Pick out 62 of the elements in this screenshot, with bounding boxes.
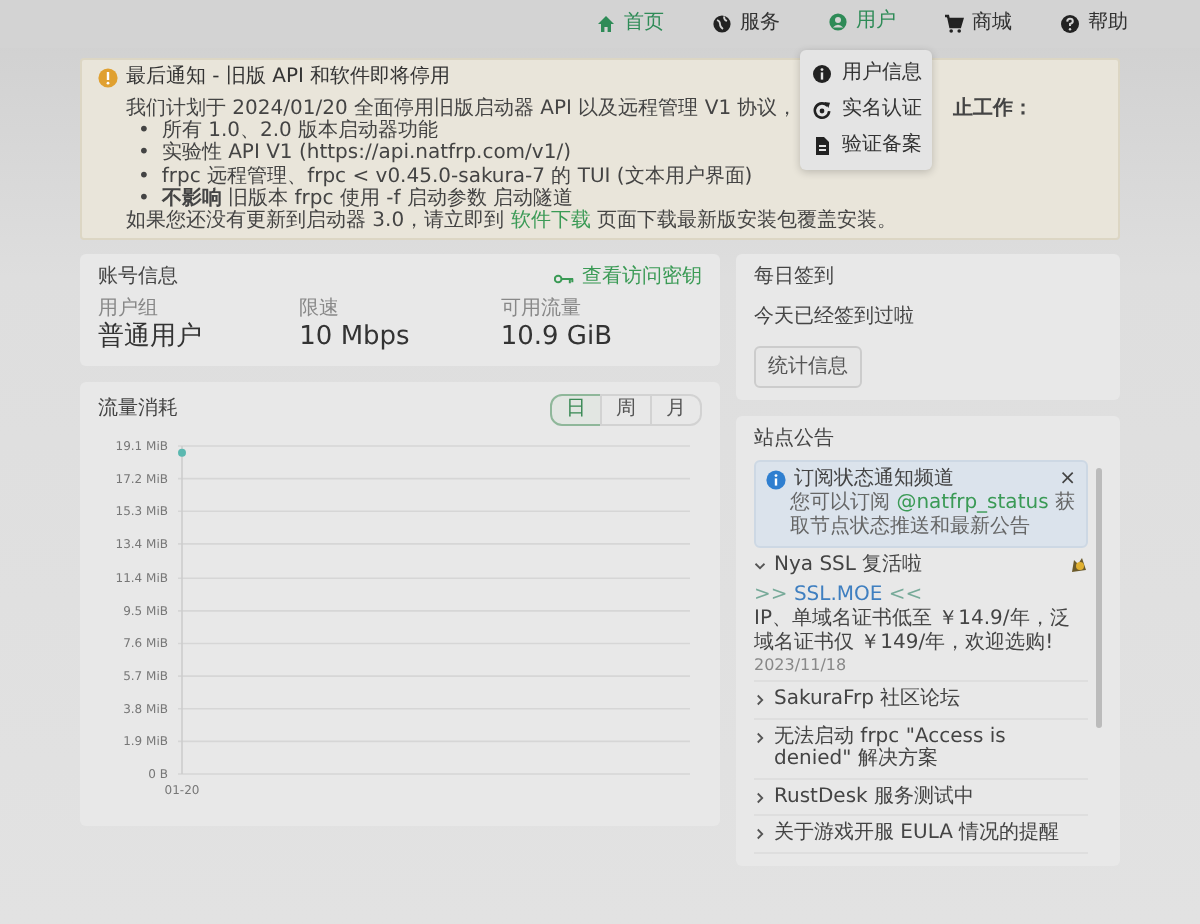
help-icon xyxy=(1060,14,1080,34)
bullet-marker: • xyxy=(138,187,150,210)
document-icon xyxy=(812,135,832,155)
period-tab[interactable]: 周 xyxy=(600,393,652,426)
field-value: 10 Mbps xyxy=(299,322,412,354)
list-item: 不影响 旧版本 frpc 使用 -f 启动参数 启动隧道 xyxy=(161,187,574,210)
card-title: 每日签到 xyxy=(754,266,836,291)
field-label: 可用流量 xyxy=(500,298,583,323)
notice-text: 我们计划于 2024/01/20 全面停用旧版启动器 API 以及远程管理 V1 协议， xyxy=(126,98,798,120)
info-icon xyxy=(812,63,832,83)
promo-link-line: >> SSL.MOE << xyxy=(754,583,925,607)
home-icon xyxy=(596,14,616,34)
chevron-icon xyxy=(754,560,766,573)
bullet-marker: • xyxy=(138,142,150,166)
key-icon xyxy=(554,273,574,284)
cart-icon xyxy=(944,14,964,34)
list-item: frpc 远程管理、frpc < v0.45.0-sakura-7 的 TUI (文本用户界面) xyxy=(161,165,753,188)
notice-text: 止工作： xyxy=(953,98,1034,121)
alert-text: 您可以订阅 @natfrp_status 获取节点状态推送和最新公告 xyxy=(788,492,1076,541)
announcement-item[interactable]: Nya SSL 复活啦 xyxy=(754,548,1088,584)
notice-title: 最后通知 - 旧版 API 和软件即将停用 xyxy=(126,66,451,90)
scrollbar[interactable] xyxy=(1096,468,1102,729)
stats-button[interactable]: 统计信息 xyxy=(754,346,862,389)
chevron-icon xyxy=(754,731,766,744)
refresh-icon xyxy=(812,99,832,119)
data-point xyxy=(178,448,186,457)
announcement-item[interactable]: 关于游戏开服 EULA 情况的提醒 xyxy=(754,816,1088,854)
globe-icon xyxy=(712,14,732,34)
user-icon xyxy=(828,11,848,31)
menu-item[interactable]: 实名认证 xyxy=(800,91,932,127)
nav-link[interactable]: 帮助 xyxy=(1060,12,1128,36)
announcement-item[interactable]: 无法启动 frpc "Access is denied" 解决方案 xyxy=(754,719,1088,780)
alert-title: 订阅状态通知频道 xyxy=(794,468,956,491)
card-title: 流量消耗 xyxy=(98,397,178,422)
nav-link[interactable]: 商城 xyxy=(944,12,1012,36)
chevron-icon xyxy=(754,694,766,707)
bullet-marker: • xyxy=(138,120,150,143)
field-label: 用户组 xyxy=(98,298,160,321)
menu-item[interactable]: 验证备案 xyxy=(800,127,932,163)
signin-status: 今天已经签到过啦 xyxy=(754,306,916,331)
notice-text: 如果您还没有更新到启动器 3.0，请立即到 软件下载 页面下载最新版安装包覆盖安装。 xyxy=(126,209,899,233)
list-item: 实验性 API V1 (https://api.natfrp.com/v1/) xyxy=(161,142,571,166)
announcement-item[interactable]: SakuraFrp 社区论坛 xyxy=(754,682,1088,720)
announcement-item[interactable]: RustDesk 服务测试中 xyxy=(754,779,1088,817)
field-label: 限速 xyxy=(299,298,342,323)
list-item: 所有 1.0、2.0 版本启动器功能 xyxy=(161,120,439,143)
announcement-text: IP、单域名证书低至 ￥14.9/年，泛域名证书仅 ￥149/年，欢迎选购! xyxy=(754,607,1072,656)
info-icon xyxy=(766,470,786,491)
chevron-icon xyxy=(754,828,766,841)
announcement-date: 2023/11/18 xyxy=(754,655,849,675)
field-value: 10.9 GiB xyxy=(500,322,614,354)
card-title: 站点公告 xyxy=(754,428,836,453)
warning-icon xyxy=(98,68,118,88)
menu-item[interactable]: 用户信息 xyxy=(800,55,932,91)
nav-link[interactable]: 服务 xyxy=(712,12,780,36)
chevron-icon xyxy=(754,791,766,804)
period-tab[interactable]: 月 xyxy=(650,393,702,426)
field-value: 普通用户 xyxy=(98,322,204,354)
mascot-icon xyxy=(1068,554,1088,575)
close-button[interactable]: × xyxy=(1059,468,1076,493)
bullet-marker: • xyxy=(138,165,150,188)
card-title: 账号信息 xyxy=(98,266,178,291)
